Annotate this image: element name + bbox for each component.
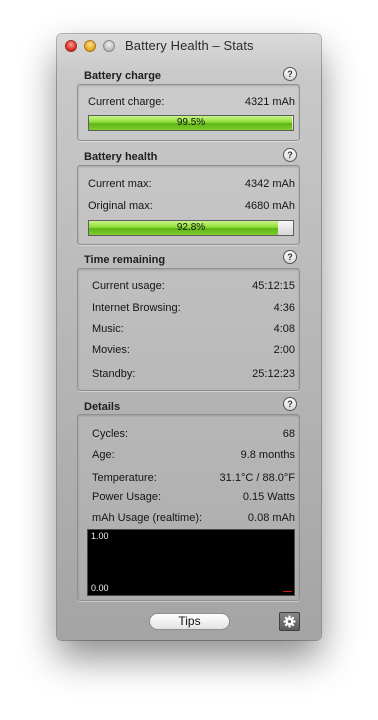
time-row-label: Current usage: xyxy=(92,280,165,292)
time-remaining-heading: Time remaining xyxy=(84,254,166,266)
time-row-label: Internet Browsing: xyxy=(92,302,181,314)
time-row-value: 4:36 xyxy=(273,302,295,314)
gear-icon xyxy=(283,615,296,628)
details-row-value: 9.8 months xyxy=(240,449,295,461)
battery-charge-help-button[interactable]: ? xyxy=(283,67,297,81)
battery-health-heading: Battery health xyxy=(84,151,158,163)
charge-progress-bar: 99.5% xyxy=(88,115,294,131)
window-title: Battery Health – Stats xyxy=(125,38,254,53)
time-row-value: 4:08 xyxy=(273,323,295,335)
details-heading: Details xyxy=(84,401,121,413)
details-row-label: mAh Usage (realtime): xyxy=(92,512,203,524)
time-row-label: Music: xyxy=(92,323,124,335)
battery-health-help-button[interactable]: ? xyxy=(283,148,297,162)
details-row-value: 0.15 Watts xyxy=(242,491,295,503)
current-charge-value: 4321 mAh xyxy=(244,96,295,108)
details-row-label: Power Usage: xyxy=(92,491,162,503)
graph-max-label: 1.00 xyxy=(91,531,109,541)
charge-progress-text: 99.5% xyxy=(176,117,206,128)
mah-usage-graph: 1.00 0.00 xyxy=(87,529,295,596)
details-row-value: 31.1°C / 88.0°F xyxy=(219,472,295,484)
minimize-button[interactable] xyxy=(84,40,96,52)
time-remaining-help-button[interactable]: ? xyxy=(283,250,297,264)
graph-min-label: 0.00 xyxy=(91,583,109,593)
health-progress-text: 92.8% xyxy=(176,222,206,233)
time-row-label: Standby: xyxy=(92,368,136,380)
time-row-label: Movies: xyxy=(92,344,130,356)
current-charge-label: Current charge: xyxy=(88,96,165,108)
current-max-label: Current max: xyxy=(88,178,152,190)
details-row-label: Age: xyxy=(92,449,115,461)
current-max-value: 4342 mAh xyxy=(244,178,295,190)
battery-charge-heading: Battery charge xyxy=(84,70,162,82)
time-row-value: 2:00 xyxy=(273,344,295,356)
tips-button[interactable]: Tips xyxy=(149,613,230,630)
time-row-value: 25:12:23 xyxy=(252,368,295,380)
battery-health-window: Battery Health – Stats Battery charge ? … xyxy=(57,34,321,640)
title-bar: Battery Health – Stats xyxy=(57,34,321,58)
details-row-value: 68 xyxy=(282,428,295,440)
settings-button[interactable] xyxy=(279,612,300,631)
details-row-value: 0.08 mAh xyxy=(247,512,295,524)
battery-charge-panel xyxy=(77,84,300,141)
time-row-value: 45:12:15 xyxy=(252,280,295,292)
graph-usage-line xyxy=(283,591,292,592)
details-row-label: Cycles: xyxy=(92,428,129,440)
close-button[interactable] xyxy=(65,40,77,52)
original-max-label: Original max: xyxy=(88,200,153,212)
details-row-label: Temperature: xyxy=(92,472,157,484)
health-progress-bar: 92.8% xyxy=(88,220,294,236)
original-max-value: 4680 mAh xyxy=(244,200,295,212)
zoom-button[interactable] xyxy=(103,40,115,52)
details-help-button[interactable]: ? xyxy=(283,397,297,411)
